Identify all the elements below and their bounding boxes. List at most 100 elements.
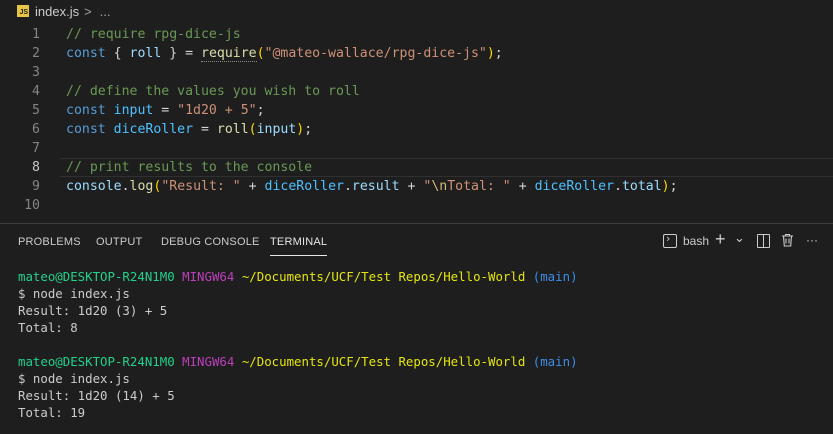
add-terminal-icon[interactable]: +: [715, 229, 726, 250]
terminal-line: Result: 1d20 (3) + 5: [18, 302, 818, 319]
code-token: ;: [494, 46, 503, 61]
terminal-text: MINGW64: [182, 269, 235, 284]
code-line[interactable]: 9 console.log("Result: " + diceRoller.res…: [0, 177, 833, 196]
tab-terminal[interactable]: TERMINAL: [270, 236, 328, 256]
code-token: roll: [216, 122, 249, 137]
code-line[interactable]: 3: [0, 63, 833, 82]
terminal-text: Result: 1d20 (3) + 5: [18, 303, 168, 318]
code-token: ;: [304, 122, 313, 137]
code-token: // require rpg-dice-js: [66, 27, 241, 42]
code-token: roll: [129, 46, 162, 61]
code-text: const input = "1d20 + 5";: [66, 101, 265, 120]
code-token: (: [248, 122, 257, 137]
terminal-text: $ node index.js: [18, 371, 130, 386]
split-terminal-icon[interactable]: [757, 234, 770, 248]
terminal-text: Total: 8: [18, 320, 78, 335]
code-text: const diceRoller = roll(input);: [66, 120, 312, 139]
javascript-file-icon: JS: [17, 5, 29, 17]
line-number: 1: [32, 27, 40, 42]
code-line[interactable]: 8 // print results to the console: [0, 158, 833, 177]
tab-debug-console[interactable]: DEBUG CONSOLE: [161, 236, 260, 248]
code-text: // define the values you wish to roll: [66, 82, 360, 101]
line-number: 9: [32, 179, 40, 194]
code-token: +: [510, 179, 535, 194]
code-line[interactable]: 7: [0, 139, 833, 158]
code-line[interactable]: 6 const diceRoller = roll(input);: [0, 120, 833, 139]
code-line[interactable]: 4 // define the values you wish to roll: [0, 82, 833, 101]
code-token: =: [153, 103, 178, 118]
terminal-text: mateo@DESKTOP-R24N1M0: [18, 269, 175, 284]
code-token: result: [351, 179, 400, 194]
code-text: // print results to the console: [66, 158, 312, 177]
line-number: 4: [32, 84, 40, 99]
code-token: total: [621, 179, 662, 194]
line-number: 2: [32, 46, 40, 61]
breadcrumb-file[interactable]: index.js: [35, 4, 79, 19]
line-number: 8: [32, 160, 40, 175]
code-token: diceRoller: [534, 179, 614, 194]
code-token: // define the values you wish to roll: [66, 84, 360, 99]
code-token: const: [66, 122, 114, 137]
code-token: +: [399, 179, 424, 194]
shell-name[interactable]: bash: [683, 234, 709, 248]
code-token: const: [66, 46, 114, 61]
code-token: // print results to the console: [66, 160, 313, 175]
terminal-text: ~/Documents/UCF/Test Repos/Hello-World: [241, 354, 526, 369]
line-number: 3: [32, 65, 40, 80]
code-token: ): [661, 179, 670, 194]
terminal-output[interactable]: mateo@DESKTOP-R24N1M0 MINGW64 ~/Document…: [18, 268, 818, 421]
terminal-line: $ node index.js: [18, 370, 818, 387]
code-token: console: [66, 179, 122, 194]
code-line[interactable]: 1 // require rpg-dice-js: [0, 25, 833, 44]
code-text: // require rpg-dice-js: [66, 25, 241, 44]
trash-icon[interactable]: [781, 233, 794, 247]
breadcrumb-more[interactable]: ...: [100, 4, 111, 19]
terminal-icon[interactable]: ›: [663, 232, 677, 248]
tab-output[interactable]: OUTPUT: [96, 236, 142, 248]
code-token: (: [256, 46, 265, 61]
terminal-text: mateo@DESKTOP-R24N1M0: [18, 354, 175, 369]
code-token: require: [201, 46, 257, 62]
code-editor[interactable]: 1 // require rpg-dice-js 2 const { roll } =…: [0, 25, 833, 218]
code-line[interactable]: 2 const { roll } = require("@mateo-wallac…: [0, 44, 833, 63]
terminal-text: Total: 19: [18, 405, 86, 420]
code-token: "Result: ": [161, 179, 241, 194]
chevron-down-icon[interactable]: ⌄: [734, 230, 745, 246]
terminal-text: (main): [532, 269, 578, 284]
code-token: .: [613, 179, 622, 194]
code-token: diceRoller: [264, 179, 344, 194]
tab-problems[interactable]: PROBLEMS: [18, 236, 81, 248]
terminal-text: MINGW64: [182, 354, 235, 369]
breadcrumb: JS index.js > ...: [0, 0, 833, 22]
code-line[interactable]: 10: [0, 196, 833, 215]
code-token: {: [113, 46, 130, 61]
code-line[interactable]: 5 const input = "1d20 + 5";: [0, 101, 833, 120]
terminal-text: $ node index.js: [18, 286, 130, 301]
code-token: "1d20 + 5": [177, 103, 257, 118]
terminal-line: mateo@DESKTOP-R24N1M0 MINGW64 ~/Document…: [18, 268, 818, 285]
terminal-text: (main): [532, 354, 578, 369]
line-number: 6: [32, 122, 40, 137]
code-token: .: [343, 179, 352, 194]
code-token: =: [193, 122, 217, 137]
more-actions-icon[interactable]: ···: [806, 233, 818, 247]
terminal-text: ~/Documents/UCF/Test Repos/Hello-World: [241, 269, 526, 284]
terminal-line: Result: 1d20 (14) + 5: [18, 387, 818, 404]
code-token: "@mateo-wallace/rpg-dice-js": [264, 46, 487, 61]
code-text: console.log("Result: " + diceRoller.resu…: [66, 177, 678, 196]
terminal-line: Total: 8: [18, 319, 818, 336]
line-number: 5: [32, 103, 40, 118]
terminal-line: mateo@DESKTOP-R24N1M0 MINGW64 ~/Document…: [18, 353, 818, 370]
code-token: .: [121, 179, 130, 194]
code-token: input: [256, 122, 297, 137]
code-token: input: [113, 103, 154, 118]
terminal-text: Result: 1d20 (14) + 5: [18, 388, 175, 403]
code-token: ;: [256, 103, 265, 118]
chevron-right-icon: >: [84, 3, 92, 19]
code-token: } =: [161, 46, 201, 61]
